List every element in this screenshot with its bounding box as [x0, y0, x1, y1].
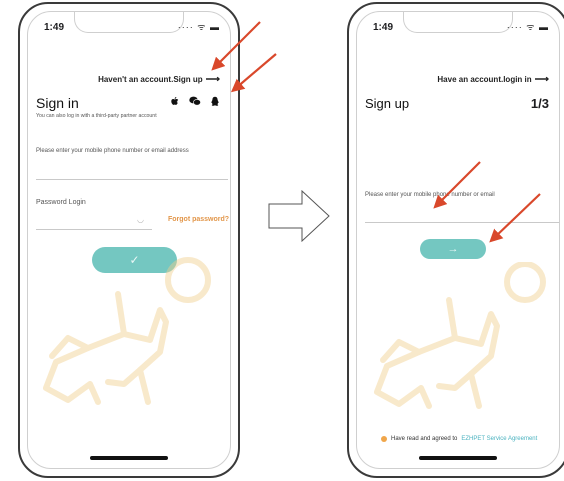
annotation-arrow-social [230, 53, 277, 93]
annotation-arrow-phone-field [433, 161, 481, 209]
annotation-arrow-sign-up [211, 21, 261, 71]
annotation-layer [211, 21, 541, 243]
annotation-arrow-next [489, 193, 541, 243]
